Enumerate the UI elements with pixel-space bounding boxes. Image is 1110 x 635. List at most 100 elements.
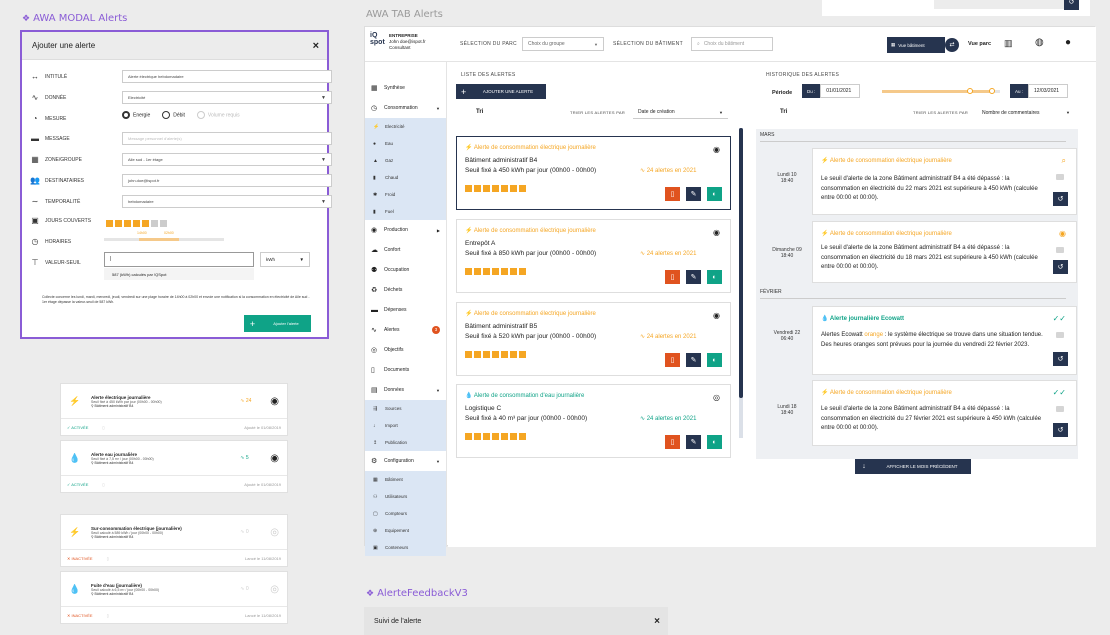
day-toggle[interactable] — [106, 220, 113, 227]
add-alert-button[interactable]: + Ajouter l'alerte — [244, 315, 311, 332]
destinataires-input[interactable]: john.doe@ispot.fr — [122, 174, 332, 187]
close-icon[interactable]: × — [654, 616, 660, 627]
list-scrollbar[interactable] — [739, 128, 743, 438]
sidebar-item-synthese[interactable]: ▦ Synthèse — [365, 78, 446, 98]
trash-icon[interactable]: ▯ — [102, 425, 104, 430]
alert-card[interactable]: ⚡ Alerte de consommation électrique jour… — [456, 302, 731, 376]
radio-volume[interactable]: Volume requis — [196, 111, 240, 119]
history-sort-select[interactable]: Nombre de commentaires ▼ — [977, 106, 1075, 119]
sidebar-sub-froid[interactable]: ✱ Froid — [365, 186, 446, 203]
day-toggle[interactable] — [124, 220, 131, 227]
alert-card[interactable]: ⚡ Alerte de consommation électrique jour… — [456, 219, 731, 293]
user-icon[interactable]: ● — [1065, 37, 1071, 48]
sidebar-item-objectifs[interactable]: ◎ Objectifs — [365, 340, 446, 360]
list-sort-select[interactable]: Date de création ▼ — [633, 106, 728, 119]
day-toggle[interactable] — [142, 220, 149, 227]
eye-icon[interactable]: ◉ — [270, 453, 279, 464]
trash-icon[interactable]: ▯ — [107, 556, 109, 561]
delete-button[interactable]: ▯ — [665, 435, 680, 449]
delete-button[interactable]: ▯ — [665, 270, 680, 284]
sidebar-sub-gaz[interactable]: ▲ Gaz — [365, 152, 446, 169]
radio-energie[interactable]: Energie — [122, 111, 150, 119]
sidebar-sub-eau[interactable]: ● Eau — [365, 135, 446, 152]
add-alert-list-button[interactable]: + AJOUTER UNE ALERTE — [456, 84, 546, 99]
seuil-input[interactable]: | — [104, 252, 254, 267]
edit-button[interactable]: ✎ — [686, 435, 701, 449]
sidebar-sub-fuel[interactable]: ▮ Fuel — [365, 203, 446, 220]
sidebar-sub-compteurs[interactable]: ▢ Compteurs — [365, 505, 446, 522]
vue-parc-button[interactable]: Vue parc — [968, 41, 991, 47]
sidebar-sub-publication[interactable]: ↥ Publication — [365, 434, 446, 451]
eye-off-icon[interactable]: ◎ — [270, 527, 279, 538]
comment-icon[interactable] — [1056, 406, 1064, 412]
sidebar-item-alertes[interactable]: ∿ Alertes 3 — [365, 320, 446, 340]
intitule-input[interactable]: Alerte électrique hebdomadaire — [122, 70, 332, 83]
buildings-icon[interactable]: ▥ — [1004, 38, 1013, 49]
day-toggle[interactable] — [151, 220, 158, 227]
toggle-button[interactable]: ◐ — [707, 435, 722, 449]
zone-select[interactable]: Aile sud - 1er étage ▼ — [122, 153, 332, 166]
edit-button[interactable]: ✎ — [686, 270, 701, 284]
sidebar-item-production[interactable]: ◉ Production ▶ — [365, 220, 446, 240]
trash-icon[interactable]: ▯ — [102, 482, 104, 487]
parc-select[interactable]: Choix du groupe ▼ — [522, 37, 604, 51]
switch-icon[interactable]: ⇄ — [945, 38, 959, 52]
radio-debit[interactable]: Débit — [162, 111, 185, 119]
alert-card-small[interactable]: 💧 Fuite d'eau (journalière) Seuil calcul… — [60, 571, 288, 624]
sidebar-sub-conteneurs[interactable]: ▣ Conteneurs — [365, 539, 446, 556]
sidebar-item-documents[interactable]: ▯ Documents — [365, 360, 446, 380]
date-from[interactable]: Du : 01/01/2021 — [802, 84, 861, 98]
alert-card[interactable]: 💧 Alerte de consommation d'eau journaliè… — [456, 384, 731, 458]
history-icon[interactable]: ↺ — [1053, 260, 1068, 274]
trash-icon[interactable]: ▯ — [107, 613, 109, 618]
day-toggle[interactable] — [115, 220, 122, 227]
history-card[interactable]: ⚡ Alerte de consommation électrique jour… — [812, 221, 1077, 283]
sidebar-sub-electricite[interactable]: ⚡ Electricité — [365, 118, 446, 135]
alert-card-small[interactable]: 💧 Alerte eau journalière Seuil fixé à 7,… — [60, 440, 288, 493]
period-slider[interactable] — [882, 88, 1000, 94]
history-card[interactable]: 💧 Alerte journalière Ecowatt Alertes Eco… — [812, 306, 1077, 375]
vue-batiment-button[interactable]: ▦ Vue bâtiment — [887, 37, 945, 53]
globe-icon[interactable]: ◍ — [1035, 37, 1044, 48]
search-icon[interactable]: ⌕ — [1062, 156, 1066, 166]
sidebar-item-dechets[interactable]: ♻ Déchets — [365, 280, 446, 300]
history-card[interactable]: ⚡ Alerte de consommation électrique jour… — [812, 380, 1077, 446]
temporalite-select[interactable]: hebdomadaire ▼ — [122, 195, 332, 208]
message-input[interactable]: Message personnel d'alerte(s) — [122, 132, 332, 145]
sidebar-item-occupation[interactable]: ⚉ Occupation — [365, 260, 446, 280]
delete-button[interactable]: ▯ — [665, 353, 680, 367]
batiment-search[interactable]: ⌕ Choix du bâtiment — [691, 37, 773, 51]
sidebar-sub-import[interactable]: ↓ Import — [365, 417, 446, 434]
edit-button[interactable]: ✎ — [686, 353, 701, 367]
alert-card-small[interactable]: ⚡ Alerte électrique journalière Seuil fi… — [60, 383, 288, 436]
comment-icon[interactable] — [1056, 174, 1064, 180]
date-to[interactable]: Au : 12/03/2021 — [1010, 84, 1069, 98]
edit-button[interactable]: ✎ — [686, 187, 701, 201]
donnee-select[interactable]: Electricité ▼ — [122, 91, 332, 104]
close-icon[interactable]: × — [313, 40, 319, 52]
delete-button[interactable]: ▯ — [665, 187, 680, 201]
toggle-button[interactable]: ◐ — [707, 187, 722, 201]
sidebar-item-consommation[interactable]: ◷ Consommation ▼ — [365, 98, 446, 118]
alert-card[interactable]: ⚡ Alerte de consommation électrique jour… — [456, 136, 731, 210]
day-toggle[interactable] — [160, 220, 167, 227]
comment-icon[interactable] — [1056, 332, 1064, 338]
sidebar-item-depenses[interactable]: ▬ Dépenses — [365, 300, 446, 320]
sidebar-sub-chaud[interactable]: ▮ Chaud — [365, 169, 446, 186]
hours-slider[interactable]: 14h00 02h00 — [104, 231, 224, 241]
alert-card-small[interactable]: ⚡ Sur-consommation électrique (journaliè… — [60, 514, 288, 567]
unit-select[interactable]: kWh ▼ — [260, 252, 310, 267]
sidebar-sub-batiment[interactable]: ▦ Bâtiment — [365, 471, 446, 488]
target-icon[interactable]: ◉ — [1059, 229, 1066, 238]
show-previous-month-button[interactable]: ↓ AFFICHER LE MOIS PRÉCÉDENT — [855, 459, 971, 474]
day-toggle[interactable] — [133, 220, 140, 227]
eye-icon[interactable]: ◉ — [270, 396, 279, 407]
sidebar-item-confort[interactable]: ☁ Confort — [365, 240, 446, 260]
sidebar-item-configuration[interactable]: ⚙ Configuration ▼ — [365, 451, 446, 471]
history-icon[interactable]: ↺ — [1053, 423, 1068, 437]
sidebar-sub-equipement[interactable]: ⊕ Equipement — [365, 522, 446, 539]
comment-icon[interactable] — [1056, 247, 1064, 253]
eye-off-icon[interactable]: ◎ — [270, 584, 279, 595]
sidebar-sub-sources[interactable]: ⇶ Sources — [365, 400, 446, 417]
history-icon[interactable]: ↺ — [1053, 192, 1068, 206]
